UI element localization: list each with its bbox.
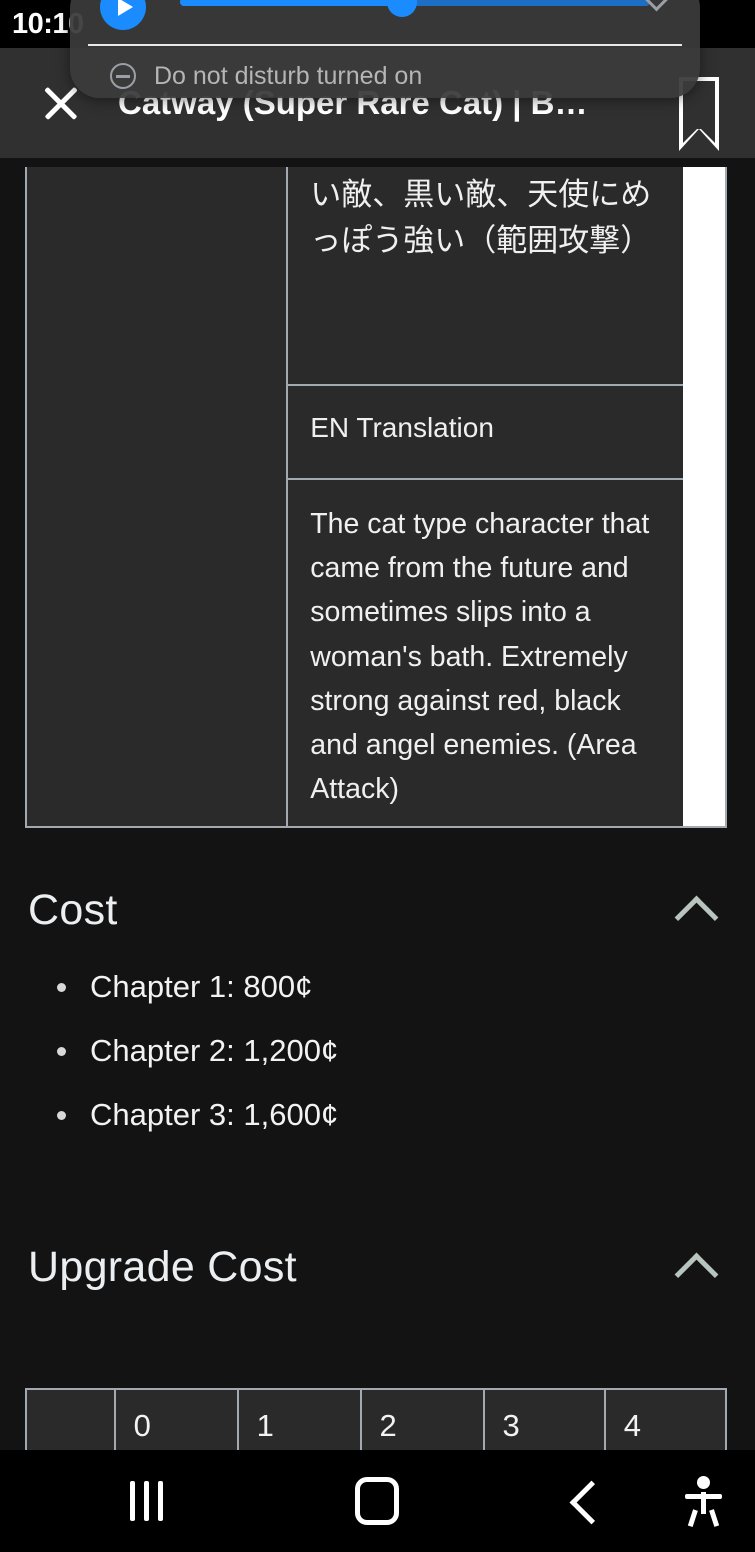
jp-description-cell: い敵、黒い敵、天使にめっぽう強い（範囲攻撃） xyxy=(288,167,684,386)
cost-list: Chapter 1: 800¢ Chapter 2: 1,200¢ Chapte… xyxy=(0,969,755,1133)
en-translation-header-cell: EN Translation xyxy=(288,386,684,480)
en-description-cell: The cat type character that came from th… xyxy=(310,508,650,806)
chevron-up-icon[interactable] xyxy=(673,894,727,928)
description-table: い敵、黒い敵、天使にめっぽう強い（範囲攻撃） EN Translation Th… xyxy=(25,167,727,828)
table-header-cell: 2 xyxy=(362,1390,485,1450)
table-header-cell: 0 xyxy=(116,1390,239,1450)
cost-section: Cost Chapter 1: 800¢ Chapter 2: 1,200¢ C… xyxy=(0,886,755,1161)
table-header-cell: 4 xyxy=(623,1408,641,1443)
back-icon[interactable] xyxy=(572,1487,600,1515)
table-header-cell: 3 xyxy=(485,1390,606,1450)
volume-control-row xyxy=(70,0,700,46)
android-navigation-bar xyxy=(0,1450,755,1552)
cost-section-header[interactable]: Cost xyxy=(0,886,755,935)
table-header-cell xyxy=(27,1390,116,1450)
table-right-column: い敵、黒い敵、天使にめっぽう強い（範囲攻撃） EN Translation Th… xyxy=(288,167,684,826)
notification-shade-popup[interactable]: Do not disturb turned on xyxy=(70,0,700,98)
upgrade-cost-table[interactable]: 0 1 2 3 4 xyxy=(25,1388,727,1450)
webview-content: い敵、黒い敵、天使にめっぽう強い（範囲攻撃） EN Translation Th… xyxy=(0,158,755,1450)
phone-screen: 10:10 Do not disturb turned on Catway (S… xyxy=(0,0,755,1552)
table-left-column xyxy=(27,167,289,826)
upgrade-cost-table-wrap: 0 1 2 3 4 xyxy=(0,1388,755,1450)
upgrade-cost-section: Upgrade Cost xyxy=(0,1243,755,1292)
list-item: Chapter 3: 1,600¢ xyxy=(0,1097,755,1133)
volume-slider[interactable] xyxy=(180,0,650,17)
home-icon[interactable] xyxy=(355,1477,399,1525)
chevron-up-icon[interactable] xyxy=(673,1251,727,1285)
table-header-cell: 1 xyxy=(239,1390,362,1450)
dnd-notification-text: Do not disturb turned on xyxy=(154,61,423,90)
list-item: Chapter 2: 1,200¢ xyxy=(0,1033,755,1069)
volume-slider-knob[interactable] xyxy=(386,0,417,17)
play-icon[interactable] xyxy=(100,0,146,30)
cost-section-title: Cost xyxy=(28,886,118,934)
list-item: Chapter 1: 800¢ xyxy=(0,969,755,1005)
dnd-notification-row[interactable]: Do not disturb turned on xyxy=(110,56,680,96)
upgrade-cost-section-header[interactable]: Upgrade Cost xyxy=(0,1243,755,1292)
shade-divider xyxy=(88,44,682,46)
recents-icon[interactable] xyxy=(130,1481,163,1521)
do-not-disturb-icon xyxy=(110,63,136,89)
chevron-down-icon[interactable] xyxy=(642,0,672,6)
upgrade-cost-section-title: Upgrade Cost xyxy=(28,1243,297,1291)
table-horizontal-scroll-column[interactable] xyxy=(683,167,725,826)
accessibility-icon[interactable] xyxy=(683,1476,723,1527)
